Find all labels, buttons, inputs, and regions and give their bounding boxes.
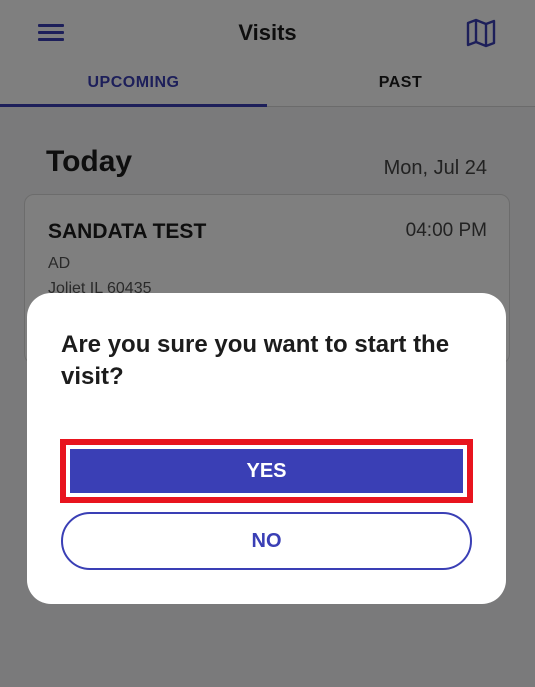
confirm-start-visit-dialog: Are you sure you want to start the visit… <box>27 293 506 604</box>
dialog-message: Are you sure you want to start the visit… <box>61 331 450 390</box>
yes-button[interactable]: YES <box>70 449 463 493</box>
no-button[interactable]: NO <box>61 512 472 570</box>
